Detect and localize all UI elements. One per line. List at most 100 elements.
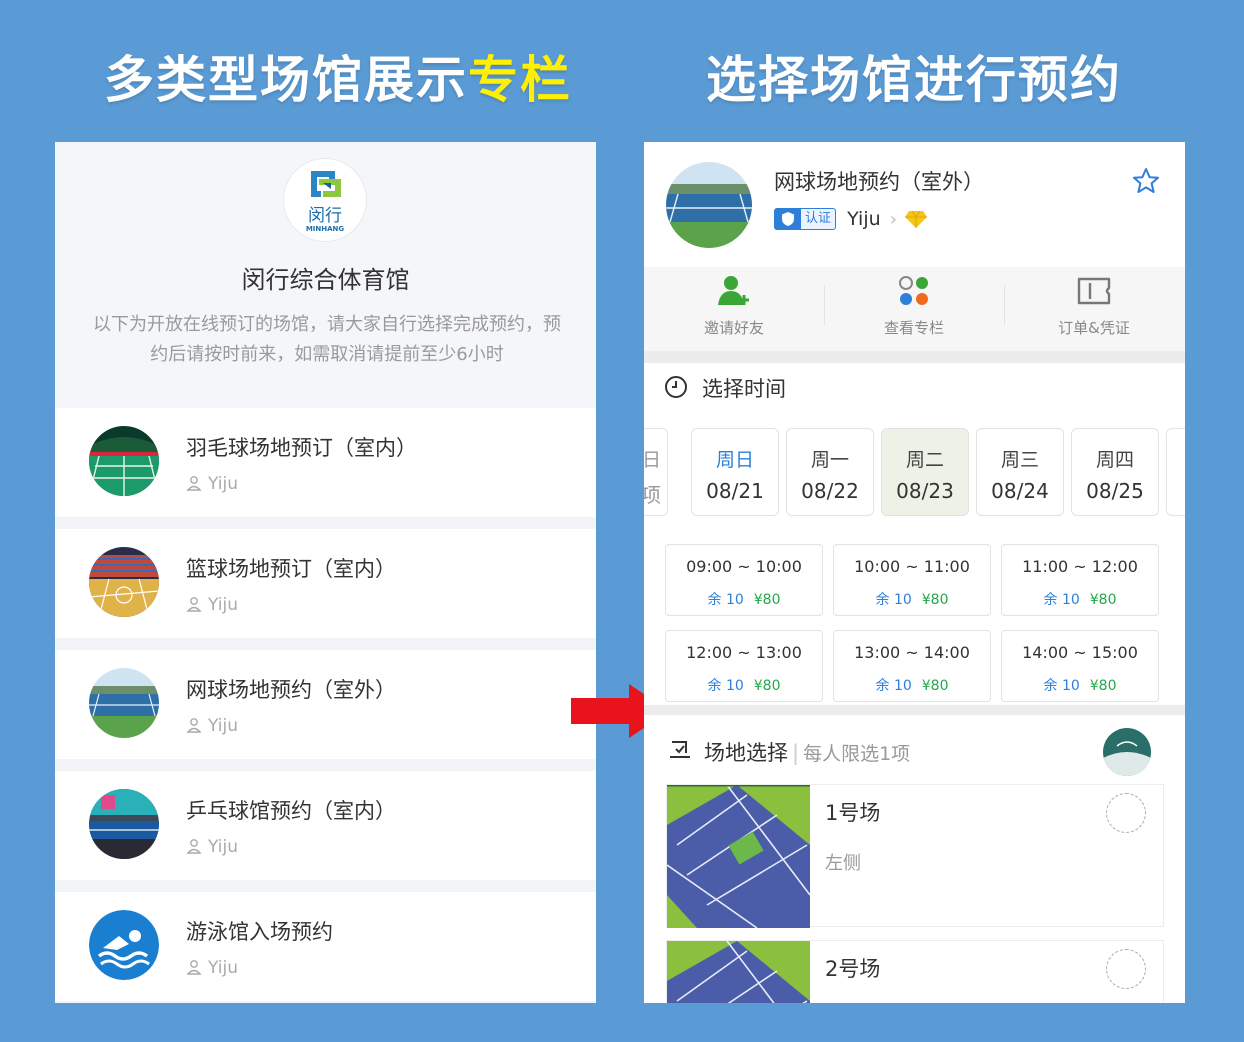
slot-price: ¥80 bbox=[753, 592, 781, 608]
date-card-next-partial[interactable] bbox=[1166, 428, 1185, 516]
field-photo bbox=[667, 941, 810, 1003]
venue-court-list-screen: 闵行 MINHANG 闵行综合体育馆 以下为开放在线预订的场馆，请大家自行选择完… bbox=[55, 142, 596, 1003]
field-name: 2号场 bbox=[825, 957, 881, 981]
date-weekday: 周三 bbox=[1000, 449, 1039, 471]
slot-remaining: 余 10 bbox=[875, 678, 912, 694]
action-label: 订单&凭证 bbox=[1058, 319, 1130, 337]
booking-screen: 网球场地预约（室外） 认证 Yiju › 邀请好友 查看专栏 订单&凭证 选择时… bbox=[644, 142, 1185, 1003]
field-radio-button[interactable] bbox=[1106, 949, 1146, 989]
time-section-header: 选择时间 bbox=[644, 363, 1185, 411]
date-weekday: 周日 bbox=[715, 449, 754, 471]
court-list: 羽毛球场地预订（室内） Yiju 篮球场地预订（室内） Yiju 网球场地预约（… bbox=[55, 408, 596, 1001]
slot-meta: 余 10 ¥80 bbox=[666, 589, 822, 609]
chevron-right-icon[interactable]: › bbox=[890, 209, 897, 230]
time-section-label: 选择时间 bbox=[702, 377, 786, 401]
field-option[interactable]: 2号场 bbox=[666, 940, 1164, 1003]
court-owner-name: Yiju bbox=[208, 958, 238, 978]
action-label: 邀请好友 bbox=[703, 319, 764, 337]
separator: | bbox=[792, 741, 800, 765]
slot-meta: 余 10 ¥80 bbox=[1002, 589, 1158, 609]
court-title: 篮球场地预订（室内） bbox=[186, 557, 396, 581]
court-item-table-tennis[interactable]: 乒乓球馆预约（室内） Yiju bbox=[55, 771, 596, 880]
slot-time: 14:00 ~ 15:00 bbox=[1022, 643, 1138, 662]
add-user-icon bbox=[718, 276, 749, 305]
slot-remaining: 余 10 bbox=[707, 678, 744, 694]
time-slot[interactable]: 10:00 ~ 11:00 余 10 ¥80 bbox=[833, 544, 991, 616]
user-icon bbox=[186, 476, 202, 491]
court-title: 乒乓球馆预约（室内） bbox=[186, 799, 396, 823]
slot-price: ¥80 bbox=[1089, 592, 1117, 608]
court-title: 游泳馆入场预约 bbox=[186, 920, 333, 944]
tennis-court-avatar bbox=[666, 162, 752, 248]
invite-friends-button[interactable]: 邀请好友 bbox=[644, 267, 824, 351]
date-card[interactable]: 周三 08/24 bbox=[976, 428, 1064, 516]
time-slot[interactable]: 12:00 ~ 13:00 余 10 ¥80 bbox=[665, 630, 823, 702]
left-headline-highlight: 专栏 bbox=[468, 51, 572, 109]
slot-price: ¥80 bbox=[753, 678, 781, 694]
slot-remaining: 余 10 bbox=[1043, 592, 1080, 608]
quick-actions-bar: 邀请好友 查看专栏 订单&凭证 bbox=[644, 267, 1185, 351]
left-headline-main: 多类型场馆展示 bbox=[104, 51, 468, 109]
date-weekday: 周一 bbox=[810, 449, 849, 471]
orders-vouchers-button[interactable]: 订单&凭证 bbox=[1004, 267, 1184, 351]
court-item-badminton[interactable]: 羽毛球场地预订（室内） Yiju bbox=[55, 408, 596, 517]
date-card-prev-partial[interactable]: 日 项 bbox=[644, 428, 668, 516]
user-icon bbox=[186, 597, 202, 612]
court-item-swimming[interactable]: 游泳馆入场预约 Yiju bbox=[55, 892, 596, 1001]
date-card[interactable]: 周四 08/25 bbox=[1071, 428, 1159, 516]
court-title: 网球场地预约（室外） bbox=[186, 678, 396, 702]
venue-description: 以下为开放在线预订的场馆，请大家自行选择完成预约，预约后请按时前来，如需取消请提… bbox=[93, 314, 561, 365]
field-photo bbox=[667, 785, 810, 928]
view-column-button[interactable]: 查看专栏 bbox=[824, 267, 1004, 351]
court-item-tennis[interactable]: 网球场地预约（室外） Yiju bbox=[55, 650, 596, 759]
shield-icon bbox=[775, 209, 801, 229]
apps-icon bbox=[899, 276, 928, 305]
section-divider bbox=[644, 351, 1185, 363]
logo-chinese-text: 闵行 bbox=[308, 206, 342, 226]
date-day: 08/24 bbox=[991, 479, 1049, 503]
slot-meta: 余 10 ¥80 bbox=[834, 589, 990, 609]
booking-title: 网球场地预约（室外） bbox=[774, 170, 984, 194]
floating-avatar[interactable] bbox=[1103, 728, 1151, 776]
badminton-court-thumbnail bbox=[89, 426, 159, 496]
slot-time: 13:00 ~ 14:00 bbox=[854, 643, 970, 662]
left-headline: 多类型场馆展示专栏 bbox=[104, 40, 572, 116]
court-title: 羽毛球场地预订（室内） bbox=[186, 436, 417, 460]
time-slot[interactable]: 11:00 ~ 12:00 余 10 ¥80 bbox=[1001, 544, 1159, 616]
field-location: 左侧 bbox=[825, 853, 861, 874]
date-card[interactable]: 周一 08/22 bbox=[786, 428, 874, 516]
certified-label: 认证 bbox=[805, 211, 832, 226]
date-day: 08/22 bbox=[801, 479, 859, 503]
user-icon bbox=[186, 718, 202, 733]
field-radio-button[interactable] bbox=[1106, 793, 1146, 833]
venue-header: 闵行 MINHANG 闵行综合体育馆 以下为开放在线预订的场馆，请大家自行选择完… bbox=[55, 142, 596, 408]
field-section-title: 场地选择 bbox=[704, 741, 788, 765]
star-icon[interactable] bbox=[1131, 166, 1161, 196]
user-icon bbox=[186, 960, 202, 975]
date-card[interactable]: 周日 08/21 bbox=[691, 428, 779, 516]
court-item-basketball[interactable]: 篮球场地预订（室内） Yiju bbox=[55, 529, 596, 638]
venue-logo: 闵行 MINHANG bbox=[283, 158, 367, 242]
time-slot[interactable]: 13:00 ~ 14:00 余 10 ¥80 bbox=[833, 630, 991, 702]
date-card-selected[interactable]: 周二 08/23 bbox=[881, 428, 969, 516]
slot-time: 09:00 ~ 10:00 bbox=[686, 557, 802, 576]
field-section-note: 每人限选1项 bbox=[803, 743, 911, 765]
court-owner-name: Yiju bbox=[208, 595, 238, 615]
slot-remaining: 余 10 bbox=[707, 592, 744, 608]
slot-meta: 余 10 ¥80 bbox=[1002, 675, 1158, 695]
minhang-logo-icon bbox=[311, 171, 341, 197]
date-weekday: 周四 bbox=[1095, 449, 1134, 471]
certified-badge: 认证 bbox=[774, 208, 837, 230]
slot-time: 10:00 ~ 11:00 bbox=[854, 557, 970, 576]
logo-english-text: MINHANG bbox=[305, 225, 345, 233]
booking-header: 网球场地预约（室外） 认证 Yiju › bbox=[644, 142, 1185, 267]
date-selector: 日 项 周日 08/21 周一 08/22 周二 08/23 周三 08/24 … bbox=[644, 428, 1185, 518]
action-label: 查看专栏 bbox=[883, 319, 944, 337]
field-option[interactable]: 1号场 左侧 bbox=[666, 784, 1164, 928]
owner-name[interactable]: Yiju bbox=[847, 208, 881, 230]
ticket-icon bbox=[1077, 277, 1111, 305]
time-slot[interactable]: 14:00 ~ 15:00 余 10 ¥80 bbox=[1001, 630, 1159, 702]
basketball-court-thumbnail bbox=[89, 547, 159, 617]
slot-time: 11:00 ~ 12:00 bbox=[1022, 557, 1138, 576]
time-slot[interactable]: 09:00 ~ 10:00 余 10 ¥80 bbox=[665, 544, 823, 616]
